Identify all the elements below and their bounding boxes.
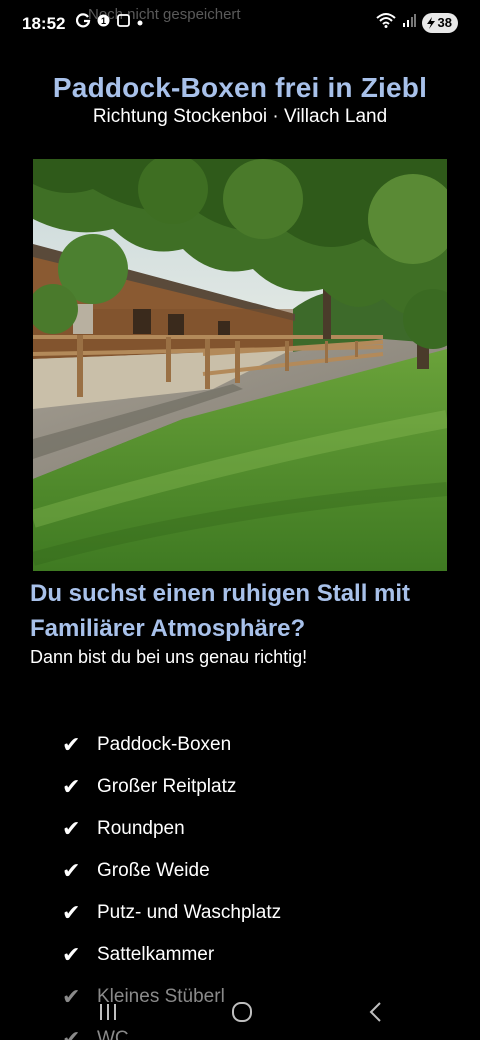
page-subtitle: Richtung Stockenboi · Villach Land xyxy=(92,106,388,127)
list-item: ✔ Paddock-Boxen xyxy=(62,724,281,766)
status-time: 18:52 xyxy=(22,14,66,33)
dot-icon xyxy=(136,14,144,32)
feature-label: Roundpen xyxy=(97,818,185,839)
home-icon[interactable] xyxy=(222,996,262,1028)
system-navigation-bar xyxy=(0,988,480,1040)
checkmark-icon: ✔ xyxy=(62,942,81,967)
list-item: ✔ Putz- und Waschplatz xyxy=(62,892,281,934)
status-bar: Noch nicht gespeichert 18:52 1 38 xyxy=(0,0,480,34)
wifi-icon xyxy=(375,12,396,33)
checkmark-icon: ✔ xyxy=(62,816,81,841)
checkmark-icon: ✔ xyxy=(62,900,81,925)
svg-text:1: 1 xyxy=(101,16,106,26)
list-item: ✔ Großer Reitplatz xyxy=(62,766,281,808)
feature-label: Putz- und Waschplatz xyxy=(97,902,282,923)
checkmark-icon: ✔ xyxy=(62,858,81,883)
g-notification-icon xyxy=(75,13,91,33)
battery-icon: 38 xyxy=(421,12,458,33)
list-item: ✔ Große Weide xyxy=(62,850,281,892)
cell-signal-icon xyxy=(402,13,416,32)
intro-headline: Du suchst einen ruhigen Stall mit Famili… xyxy=(30,580,411,642)
checkmark-icon: ✔ xyxy=(62,732,81,757)
battery-level: 38 xyxy=(437,15,452,30)
feature-label: Paddock-Boxen xyxy=(97,734,232,755)
signal-app-icon: 1 xyxy=(96,13,111,33)
screen-icon xyxy=(116,13,131,33)
page-title: Paddock-Boxen frei in Ziebl xyxy=(52,72,428,103)
feature-label: Sattelkammer xyxy=(97,944,215,965)
feature-label: Großer Reitplatz xyxy=(97,776,237,797)
status-right-icons: 38 xyxy=(375,12,458,33)
feature-label: Große Weide xyxy=(97,860,210,881)
back-icon[interactable] xyxy=(356,996,396,1028)
status-left-icons: 1 xyxy=(75,13,144,33)
recents-icon[interactable] xyxy=(88,996,128,1028)
intro-lead: Dann bist du bei uns genau richtig! xyxy=(30,647,308,667)
checkmark-icon: ✔ xyxy=(62,774,81,799)
list-item: ✔ Sattelkammer xyxy=(62,934,281,976)
paddock-stable-photo xyxy=(33,159,447,571)
list-item: ✔ Roundpen xyxy=(62,808,281,850)
